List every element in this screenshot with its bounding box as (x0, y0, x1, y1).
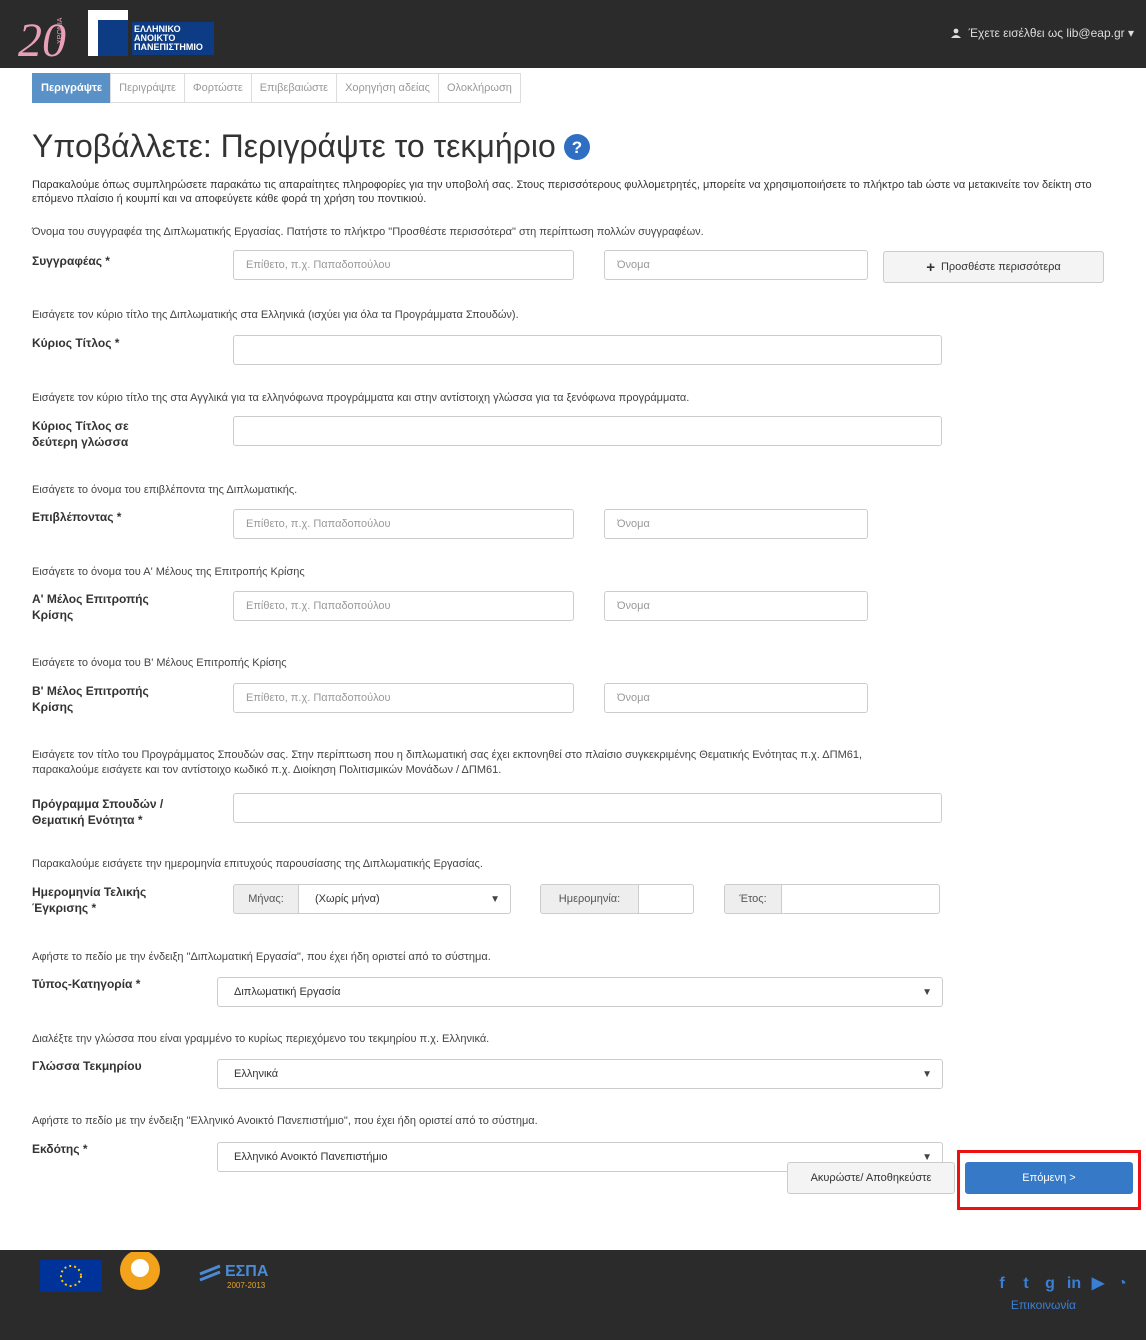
publisher-hint: Αφήστε το πεδίο με την ένδειξη "Ελληνικό… (32, 1115, 538, 1127)
user-menu[interactable]: Έχετε εισέλθει ως lib@eap.gr ▾ (951, 26, 1134, 40)
type-hint: Αφήστε το πεδίο με την ένδειξη "Διπλωματ… (32, 951, 491, 963)
member-a-hint: Εισάγετε το όνομα του Α' Μέλους της Επιτ… (32, 566, 305, 578)
add-more-button[interactable]: + Προσθέστε περισσότερα (883, 251, 1104, 283)
month-select[interactable]: (Χωρίς μήνα) ▼ (298, 884, 511, 914)
svg-text:ΕΣΠΑ: ΕΣΠΑ (225, 1263, 269, 1280)
page-title: Υποβάλλετε: Περιγράψτε το τεκμήριο ? (32, 128, 590, 165)
day-addon: Ημερομηνία: (540, 884, 639, 914)
user-label: Έχετε εισέλθει ως lib@eap.gr (968, 26, 1125, 40)
caret-down-icon: ▾ (1127, 26, 1134, 40)
alt-title-input[interactable] (233, 416, 942, 446)
supervisor-hint: Εισάγετε το όνομα του επιβλέποντα της Δι… (32, 484, 298, 496)
program-hint-line-1: Εισάγετε τον τίτλο του Προγράμματος Σπου… (32, 749, 863, 761)
day-input[interactable] (638, 884, 694, 914)
program-label: Πρόγραμμα Σπουδών / Θεματική Ενότητα * (32, 797, 164, 827)
member-b-first-name-input[interactable] (604, 683, 868, 713)
dropdown-arrow-icon: ▼ (922, 1069, 932, 1080)
brand-line-3: ΠΑΝΕΠΙΣΤΗΜΙΟ (134, 42, 203, 52)
program-hint-line-2: παρακαλούμε εισάγετε και τον αντίστοιχο … (32, 764, 502, 776)
page-title-text: Υποβάλλετε: Περιγράψτε το τεκμήριο (32, 128, 556, 164)
year-addon: Έτος: (724, 884, 782, 914)
facebook-icon[interactable]: f (992, 1275, 1012, 1293)
language-select-value: Ελληνικά (234, 1068, 279, 1080)
linkedin-icon[interactable]: in (1064, 1275, 1084, 1293)
type-select[interactable]: Διπλωματική Εργασία ▼ (217, 977, 943, 1007)
type-select-value: Διπλωματική Εργασία (234, 986, 341, 998)
plus-icon: + (926, 258, 935, 276)
alt-title-label: Κύριος Τίτλος σε δεύτερη γλώσσα (32, 419, 129, 449)
cancel-save-button[interactable]: Ακυρώστε/ Αποθηκεύστε (787, 1162, 955, 1194)
rss-icon[interactable]: ◔ (1112, 1275, 1132, 1293)
anniversary-logo: 20 ΧΡΟΝΙΑ (18, 14, 66, 62)
author-last-name-input[interactable] (233, 250, 574, 280)
date-label: Ημερομηνία Τελικής Έγκρισης * (32, 885, 147, 915)
youtube-icon[interactable]: ▶ (1088, 1275, 1108, 1293)
supervisor-first-name-input[interactable] (604, 509, 868, 539)
member-b-label: Β' Μέλος Επιτροπής Κρίσης (32, 684, 149, 714)
svg-text:2007-2013: 2007-2013 (227, 1281, 266, 1290)
user-icon (951, 28, 962, 38)
type-label: Τύπος-Κατηγορία * (32, 977, 141, 991)
supervisor-last-name-input[interactable] (233, 509, 574, 539)
step-complete[interactable]: Ολοκλήρωση (437, 73, 521, 103)
year-input[interactable] (781, 884, 940, 914)
university-logo[interactable]: ΕΛΛΗΝΙΚΟ ΑΝΟΙΚΤΟ ΠΑΝΕΠΙΣΤΗΜΙΟ (88, 10, 218, 60)
author-label: Συγγραφέας * (32, 254, 110, 268)
program-input[interactable] (233, 793, 942, 823)
supervisor-label: Επιβλέποντας * (32, 510, 122, 524)
highlight-box (957, 1150, 1141, 1210)
main-title-input[interactable] (233, 335, 942, 365)
contact-link[interactable]: Επικοινωνία (1011, 1298, 1076, 1312)
member-a-first-name-input[interactable] (604, 591, 868, 621)
publisher-select-value: Ελληνικό Ανοικτό Πανεπιστήμιο (234, 1151, 388, 1163)
date-hint: Παρακαλούμε εισάγετε την ημερομηνία επιτ… (32, 858, 483, 870)
step-license[interactable]: Χορηγήση αδείας (336, 73, 438, 103)
alt-title-hint: Εισάγετε τον κύριο τίτλο της στα Αγγλικά… (32, 392, 690, 404)
twitter-icon[interactable]: t (1016, 1275, 1036, 1293)
author-first-name-input[interactable] (604, 250, 868, 280)
step-verify[interactable]: Επιβεβαιώστε (250, 73, 337, 103)
social-icons: f t g in ▶ ◔ (992, 1275, 1132, 1293)
googleplus-icon[interactable]: g (1040, 1275, 1060, 1293)
dropdown-arrow-icon: ▼ (922, 987, 932, 998)
publisher-label: Εκδότης * (32, 1142, 88, 1156)
language-select[interactable]: Ελληνικά ▼ (217, 1059, 943, 1089)
member-a-label: Α' Μέλος Επιτροπής Κρίσης (32, 592, 149, 622)
author-hint: Όνομα του συγγραφέα της Διπλωματικής Εργ… (32, 226, 704, 238)
help-icon[interactable]: ? (563, 133, 590, 160)
member-a-last-name-input[interactable] (233, 591, 574, 621)
add-more-label: Προσθέστε περισσότερα (940, 261, 1061, 273)
sponsor-logos: ΕΣΠΑ 2007-2013 (40, 1252, 269, 1292)
step-upload[interactable]: Φορτώστε (183, 73, 251, 103)
footer: ΕΣΠΑ 2007-2013 f t g in ▶ ◔ Επικοινωνία (0, 1250, 1146, 1340)
member-b-last-name-input[interactable] (233, 683, 574, 713)
svg-text:ΧΡΟΝΙΑ: ΧΡΟΝΙΑ (57, 17, 64, 44)
step-describe-1[interactable]: Περιγράψτε (32, 73, 111, 103)
month-addon: Μήνας: (233, 884, 299, 914)
language-label: Γλώσσα Τεκμηρίου (32, 1059, 142, 1073)
intro-text: Παρακαλούμε όπως συμπληρώσετε παρακάτω τ… (32, 179, 1092, 205)
title-label: Κύριος Τίτλος * (32, 336, 120, 350)
month-select-value: (Χωρίς μήνα) (315, 893, 380, 905)
member-b-hint: Εισάγετε το όνομα του Β' Μέλους Επιτροπή… (32, 657, 287, 669)
title-hint: Εισάγετε τον κύριο τίτλο της Διπλωματική… (32, 309, 519, 321)
step-describe-2[interactable]: Περιγράψτε (110, 73, 184, 103)
dropdown-arrow-icon: ▼ (490, 894, 500, 905)
submission-steps: Περιγράψτε Περιγράψτε Φορτώστε Επιβεβαιώ… (32, 73, 521, 103)
language-hint: Διαλέξτε την γλώσσα που είναι γραμμένο τ… (32, 1033, 490, 1045)
top-navbar: 20 ΧΡΟΝΙΑ ΕΛΛΗΝΙΚΟ ΑΝΟΙΚΤΟ ΠΑΝΕΠΙΣΤΗΜΙΟ … (0, 0, 1146, 68)
svg-text:?: ? (572, 138, 582, 157)
